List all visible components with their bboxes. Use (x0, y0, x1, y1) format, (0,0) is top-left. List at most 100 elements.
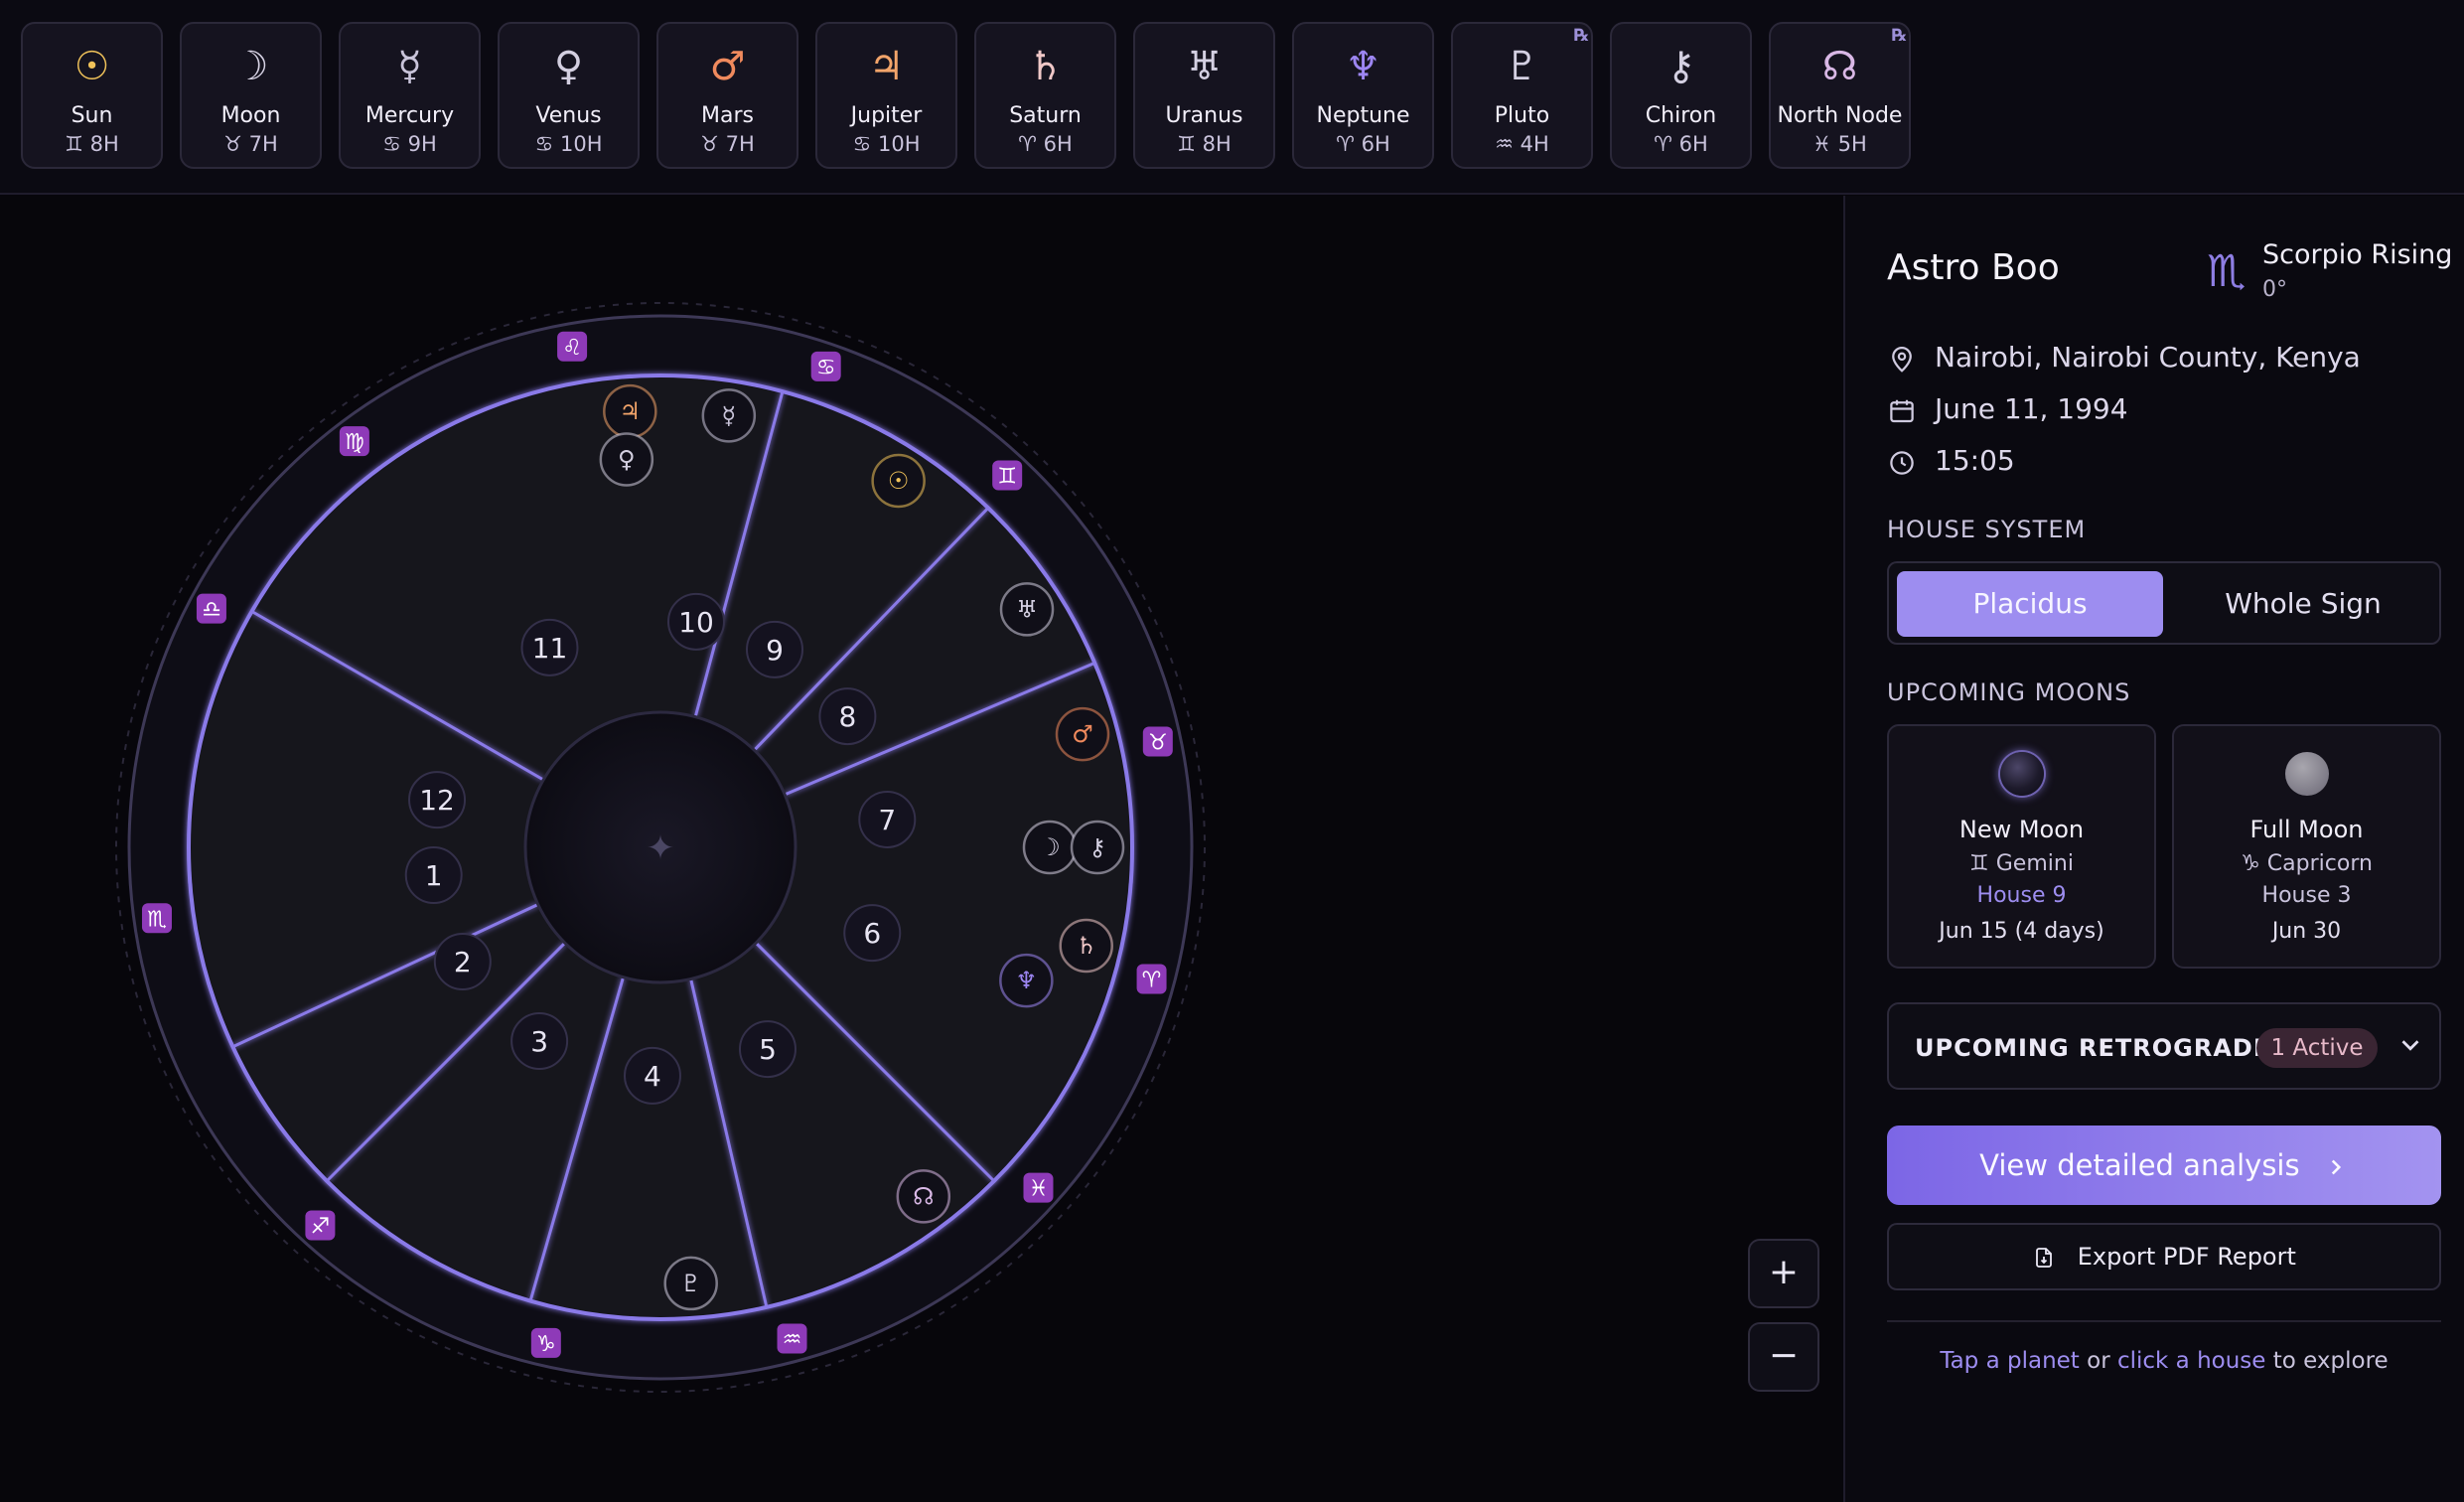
planet-card-neptune[interactable]: ♆ Neptune ♈︎ 6H (1292, 22, 1434, 169)
retrograde-icon: ℞ (1573, 26, 1589, 46)
planet-position: ♊︎ 8H (1177, 132, 1232, 156)
planet-marker-icon[interactable]: ♄ (1076, 932, 1097, 960)
retrogrades-active-badge: 1 Active (2256, 1028, 2378, 1068)
planet-name: Pluto (1494, 103, 1550, 128)
house-number: 6 (863, 917, 881, 950)
birth-date: June 11, 1994 (1935, 392, 2128, 425)
export-pdf-button[interactable]: Export PDF Report (1887, 1223, 2441, 1290)
planet-position: ♉︎ 7H (223, 132, 278, 156)
hint-or: or (2079, 1348, 2117, 1374)
export-pdf-label: Export PDF Report (2077, 1243, 2296, 1271)
planet-marker-icon[interactable]: ☿ (721, 401, 736, 429)
zodiac-sign-icon: ♏︎ (147, 907, 167, 932)
house-number: 2 (454, 946, 472, 978)
planet-bar: ☉ Sun ♊︎ 8H ☽ Moon ♉︎ 7H ☿ Mercury ♋︎ 9H ♀ Venus ♋︎… (0, 0, 2464, 195)
chart-area: ✦ 1 2 3 4 5 6 7 8 9 10 11 12 ♌︎ ♋︎ ♊︎ ♉︎ ♈︎ ♓︎ ♒︎ ♑︎ ♐︎ ♏︎ ♎︎ ♍︎… (0, 196, 1843, 1502)
planet-position: ♋︎ 10H (534, 132, 603, 156)
zoom-out-button[interactable]: − (1748, 1322, 1819, 1392)
house-number: 7 (878, 804, 896, 836)
planet-position: ♈︎ 6H (1336, 132, 1390, 156)
planet-card-moon[interactable]: ☽ Moon ♉︎ 7H (180, 22, 322, 169)
house-system-toggle: Placidus Whole Sign (1887, 561, 2441, 645)
planet-card-mercury[interactable]: ☿ Mercury ♋︎ 9H (339, 22, 481, 169)
zodiac-sign-icon: ♋︎ (816, 356, 836, 380)
planet-marker-icon[interactable]: ♆ (1016, 967, 1038, 994)
zodiac-sign-icon: ♍︎ (345, 430, 364, 455)
planet-card-pluto[interactable]: ♇ Pluto ♒︎ 4H ℞ (1451, 22, 1593, 169)
zodiac-sign-icon: ♉︎ (1148, 731, 1168, 756)
view-analysis-button[interactable]: View detailed analysis (1887, 1126, 2441, 1205)
full-moon-house: House 3 (2261, 883, 2352, 908)
planet-name: Uranus (1165, 103, 1243, 128)
explore-hint: Tap a planet or click a house to explore (1845, 1348, 2464, 1374)
chevron-right-icon (2331, 1159, 2341, 1175)
planet-position: ♒︎ 4H (1495, 132, 1549, 156)
click-house-link[interactable]: click a house (2117, 1348, 2265, 1374)
planet-name: Moon (220, 103, 281, 128)
planet-card-mars[interactable]: ♂ Mars ♉︎ 7H (656, 22, 798, 169)
zoom-in-button[interactable]: + (1748, 1239, 1819, 1308)
planet-position: ♉︎ 7H (700, 132, 755, 156)
full-moon-title: Full Moon (2249, 816, 2364, 843)
jupiter-icon: ♃ (868, 44, 905, 89)
birth-time: 15:05 (1935, 444, 2015, 477)
north-node-icon: ☊ (1821, 44, 1858, 89)
new-moon-date: Jun 15 (4 days) (1939, 919, 2104, 944)
tap-planet-link[interactable]: Tap a planet (1940, 1348, 2079, 1374)
planet-position: ♊︎ 8H (65, 132, 119, 156)
planet-marker-icon[interactable]: ♅ (1016, 595, 1038, 623)
saturn-icon: ♄ (1027, 44, 1064, 89)
clock-icon (1890, 451, 1914, 475)
planet-marker-icon[interactable]: ☉ (888, 467, 910, 495)
zodiac-sign-icon: ♈︎ (1142, 969, 1162, 993)
view-analysis-label: View detailed analysis (1979, 1148, 2300, 1182)
planet-card-saturn[interactable]: ♄ Saturn ♈︎ 6H (974, 22, 1116, 169)
planet-marker-icon[interactable]: ⚷ (1088, 833, 1106, 861)
planet-marker-icon[interactable]: ♀ (618, 445, 636, 473)
rising-sign-label: Scorpio Rising (2262, 239, 2453, 270)
planet-marker-icon[interactable]: ♇ (680, 1270, 702, 1297)
house-number: 10 (678, 606, 714, 639)
planet-name: Jupiter (850, 103, 923, 128)
upcoming-retrogrades-toggle[interactable]: UPCOMING RETROGRADES 1 Active (1887, 1002, 2441, 1090)
full-moon-card[interactable]: Full Moon ♑︎ Capricorn House 3 Jun 30 (2172, 724, 2441, 969)
sparkle-icon: ✦ (647, 828, 675, 868)
house-number: 12 (419, 784, 455, 817)
planet-position: ♈︎ 6H (1018, 132, 1073, 156)
retrogrades-title: UPCOMING RETROGRADES (1915, 1034, 2289, 1062)
planet-name: Saturn (1009, 103, 1082, 128)
planet-card-north-node[interactable]: ☊ North Node ♓︎ 5H ℞ (1769, 22, 1911, 169)
planet-card-venus[interactable]: ♀ Venus ♋︎ 10H (498, 22, 640, 169)
planet-card-chiron[interactable]: ⚷ Chiron ♈︎ 6H (1610, 22, 1752, 169)
placidus-button[interactable]: Placidus (1897, 571, 2163, 637)
house-number: 1 (425, 859, 443, 892)
house-number: 4 (644, 1060, 661, 1093)
moon-icon: ☽ (232, 44, 269, 89)
map-pin-icon (1892, 347, 1912, 373)
planet-name: Mars (701, 103, 754, 128)
house-system-title: HOUSE SYSTEM (1887, 516, 2087, 543)
whole-sign-button[interactable]: Whole Sign (2171, 571, 2435, 637)
birth-location: Nairobi, Nairobi County, Kenya (1935, 341, 2361, 374)
new-moon-title: New Moon (1958, 816, 2085, 843)
planet-marker-icon[interactable]: ♂ (1072, 720, 1093, 748)
hint-tail: to explore (2265, 1348, 2389, 1374)
planet-position: ♋︎ 9H (382, 132, 437, 156)
natal-chart-wheel[interactable]: ✦123456789101112♌︎♋︎♊︎♉︎♈︎♓︎♒︎♑︎♐︎♏︎♎︎♍︎… (0, 196, 1843, 1502)
planet-card-jupiter[interactable]: ♃ Jupiter ♋︎ 10H (815, 22, 957, 169)
chart-name: Astro Boo (1887, 247, 2060, 288)
planet-marker-icon[interactable]: ☽ (1039, 833, 1061, 861)
planet-marker-icon[interactable]: ☊ (913, 1182, 934, 1210)
planet-card-sun[interactable]: ☉ Sun ♊︎ 8H (21, 22, 163, 169)
planet-marker-icon[interactable]: ♃ (620, 397, 642, 425)
zodiac-sign-icon: ♎︎ (202, 598, 221, 623)
planet-card-uranus[interactable]: ♅ Uranus ♊︎ 8H (1133, 22, 1275, 169)
new-moon-card[interactable]: New Moon ♊︎ Gemini House 9 Jun 15 (4 day… (1887, 724, 2156, 969)
house-number: 5 (759, 1033, 777, 1066)
chiron-icon: ⚷ (1666, 44, 1696, 89)
planet-name: Neptune (1316, 103, 1410, 128)
panel-divider (1887, 1320, 2441, 1322)
planet-name: Venus (535, 103, 602, 128)
house-number: 3 (530, 1025, 548, 1058)
scorpio-icon: ♏︎ (2207, 246, 2247, 297)
